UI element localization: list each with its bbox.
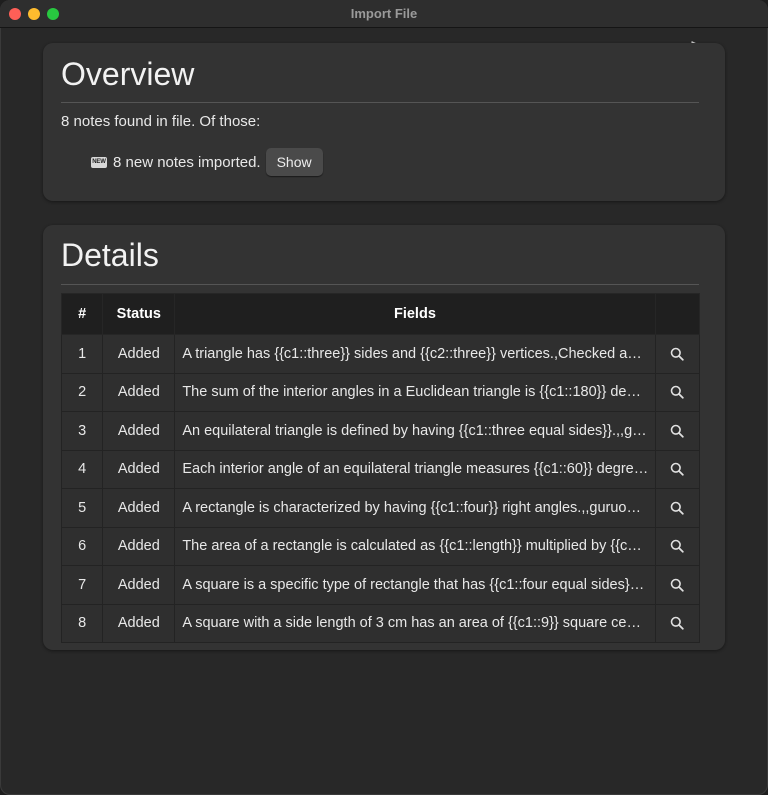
row-action-cell — [654, 565, 701, 605]
overview-card: Overview 8 notes found in file. Of those… — [43, 43, 725, 201]
row-action-cell — [654, 372, 701, 412]
magnifier-icon — [670, 385, 684, 399]
table-row[interactable]: 7 Added A square is a specific type of rec… — [60, 565, 701, 605]
row-fields-cell: A square with a side length of 3 cm has … — [174, 603, 656, 643]
row-action-cell — [654, 526, 701, 566]
magnifier-icon — [670, 616, 684, 630]
row-fields-cell: Each interior angle of an equilateral tr… — [174, 449, 656, 489]
row-status: Added — [102, 449, 176, 489]
view-note-button[interactable] — [666, 497, 688, 519]
details-card: Details # Status Fields 1 Added A triangle… — [43, 225, 725, 650]
magnifier-icon — [670, 462, 684, 476]
row-status: Added — [102, 565, 176, 605]
overview-divider — [61, 102, 699, 103]
row-number: 5 — [60, 488, 104, 528]
import-file-window: Import File Overview 8 notes found in fi… — [0, 0, 768, 795]
table-row[interactable]: 8 Added A square with a side length of 3 c… — [60, 603, 701, 643]
row-fields-text: An equilateral triangle is defined by ha… — [182, 422, 647, 439]
row-fields-cell: A square is a specific type of rectangle… — [174, 565, 656, 605]
row-fields-text: A square is a specific type of rectangle… — [182, 576, 649, 593]
magnifier-icon — [670, 501, 684, 515]
row-fields-text: A square with a side length of 3 cm has … — [182, 615, 649, 632]
table-row[interactable]: 4 Added Each interior angle of an equilate… — [60, 449, 701, 489]
row-number: 3 — [60, 411, 104, 451]
view-note-button[interactable] — [666, 458, 688, 480]
table-row[interactable]: 6 Added The area of a rectangle is calcula… — [60, 526, 701, 566]
magnifier-icon — [670, 347, 684, 361]
column-header-actions — [654, 293, 701, 335]
overview-heading: Overview — [61, 56, 195, 92]
magnifier-icon — [670, 424, 684, 438]
row-action-cell — [654, 411, 701, 451]
details-heading: Details — [61, 237, 159, 273]
row-status: Added — [102, 526, 176, 566]
row-fields-text: A rectangle is characterized by having {… — [182, 499, 641, 516]
details-divider — [61, 284, 699, 285]
details-table: # Status Fields 1 Added A triangle has {{c… — [60, 293, 701, 643]
column-header-fields[interactable]: Fields — [174, 293, 656, 335]
view-note-button[interactable] — [666, 612, 688, 634]
column-header-status[interactable]: Status — [102, 293, 176, 335]
row-status: Added — [102, 411, 176, 451]
imported-text: 8 new notes imported. — [113, 153, 261, 171]
row-action-cell — [654, 449, 701, 489]
view-note-button[interactable] — [666, 343, 688, 365]
table-row[interactable]: 5 Added A rectangle is characterized by ha… — [60, 488, 701, 528]
imported-line: NEW 8 new notes imported. Show — [91, 147, 323, 177]
column-header-number[interactable]: # — [60, 293, 104, 335]
row-action-cell — [654, 488, 701, 528]
view-note-button[interactable] — [666, 574, 688, 596]
new-badge-icon: NEW — [91, 156, 107, 168]
magnifier-icon — [670, 578, 684, 592]
row-fields-text: A triangle has {{c1::three}} sides and {… — [182, 345, 642, 362]
row-fields-cell: A rectangle is characterized by having {… — [174, 488, 656, 528]
table-header-row: # Status Fields — [60, 293, 701, 335]
row-fields-cell: The area of a rectangle is calculated as… — [174, 526, 656, 566]
row-number: 4 — [60, 449, 104, 489]
row-fields-text: Each interior angle of an equilateral tr… — [182, 461, 649, 478]
row-action-cell — [654, 603, 701, 643]
row-fields-cell: The sum of the interior angles in a Eucl… — [174, 372, 656, 412]
row-fields-text: The area of a rectangle is calculated as… — [182, 538, 642, 555]
view-note-button[interactable] — [666, 381, 688, 403]
table-row[interactable]: 1 Added A triangle has {{c1::three}} sides… — [60, 334, 701, 374]
row-number: 8 — [60, 603, 104, 643]
row-number: 1 — [60, 334, 104, 374]
row-action-cell — [654, 334, 701, 374]
show-button[interactable]: Show — [265, 148, 323, 176]
row-fields-cell: A triangle has {{c1::three}} sides and {… — [174, 334, 656, 374]
row-status: Added — [102, 334, 176, 374]
window-title: Import File — [350, 6, 418, 21]
row-status: Added — [102, 488, 176, 528]
row-number: 2 — [60, 372, 104, 412]
title-bar: Import File — [0, 0, 768, 28]
row-fields-cell: An equilateral triangle is defined by ha… — [174, 411, 656, 451]
row-status: Added — [102, 372, 176, 412]
table-row[interactable]: 3 Added An equilateral triangle is defined… — [60, 411, 701, 451]
row-number: 6 — [60, 526, 104, 566]
row-status: Added — [102, 603, 176, 643]
summary-text: 8 notes found in file. Of those: — [61, 113, 261, 130]
row-fields-text: The sum of the interior angles in a Eucl… — [182, 384, 649, 401]
view-note-button[interactable] — [666, 535, 688, 557]
table-row[interactable]: 2 Added The sum of the interior angles in … — [60, 372, 701, 412]
magnifier-icon — [670, 539, 684, 553]
view-note-button[interactable] — [666, 420, 688, 442]
row-number: 7 — [60, 565, 104, 605]
